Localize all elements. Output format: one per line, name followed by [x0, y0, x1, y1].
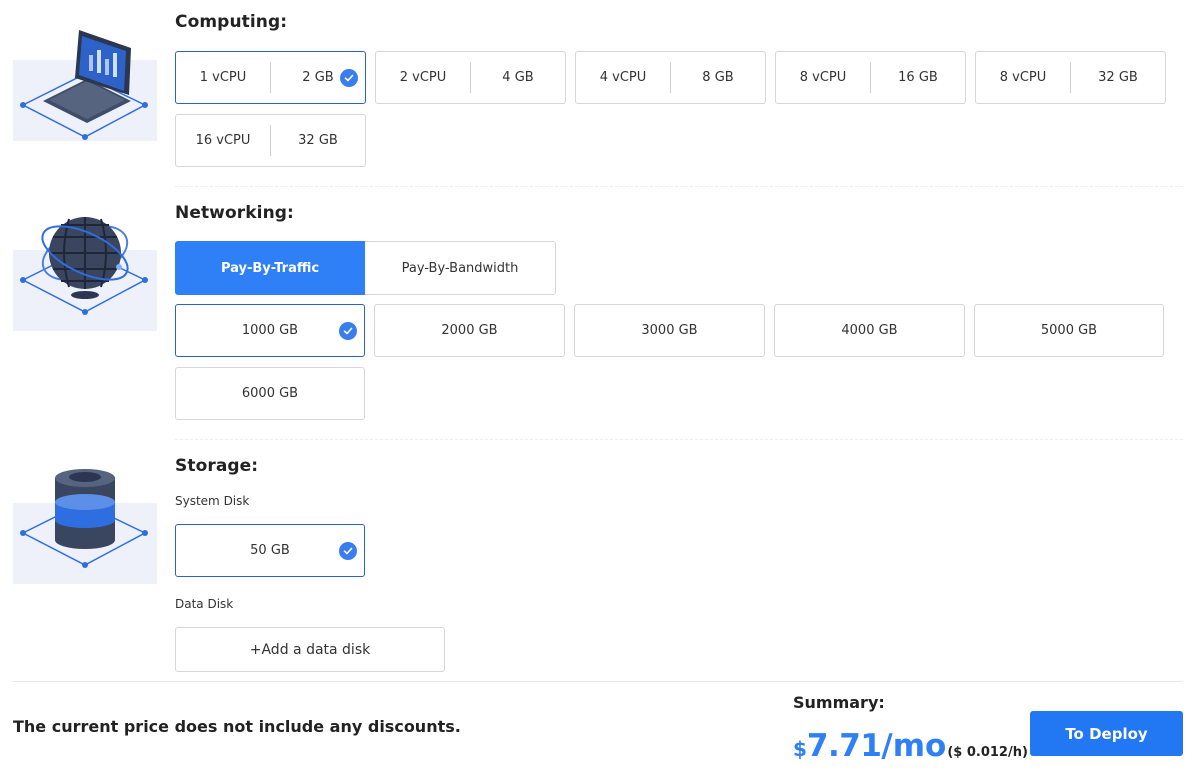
- computing-option[interactable]: 8 vCPU 16 GB: [775, 51, 966, 104]
- computing-option[interactable]: 4 vCPU 8 GB: [575, 51, 766, 104]
- add-data-disk-button[interactable]: +Add a data disk: [175, 627, 445, 672]
- computing-title: Computing:: [175, 12, 288, 32]
- computing-option[interactable]: 8 vCPU 32 GB: [975, 51, 1166, 104]
- traffic-option[interactable]: 6000 GB: [175, 367, 365, 420]
- ram-label: 32 GB: [1098, 70, 1138, 85]
- computing-option[interactable]: 16 vCPU 32 GB: [175, 114, 366, 167]
- traffic-label: 5000 GB: [1040, 323, 1098, 338]
- computing-option[interactable]: 2 vCPU 4 GB: [375, 51, 566, 104]
- computing-option[interactable]: 1 vCPU 2 GB: [175, 51, 366, 104]
- system-disk-size: 50 GB: [250, 543, 290, 558]
- globe-illustration-icon: [20, 217, 148, 315]
- section-divider: [175, 186, 1183, 187]
- system-disk-label: System Disk: [175, 494, 250, 508]
- computing-illustration: [13, 30, 157, 141]
- traffic-label: 4000 GB: [841, 323, 898, 338]
- price-period: /mo: [881, 728, 947, 764]
- price-hourly: ($ 0.012/h): [947, 745, 1028, 760]
- traffic-option[interactable]: 5000 GB: [974, 304, 1164, 357]
- cpu-label: 8 vCPU: [799, 70, 847, 85]
- networking-title: Networking:: [175, 203, 294, 223]
- traffic-label: 2000 GB: [441, 323, 498, 338]
- deploy-button[interactable]: To Deploy: [1030, 711, 1183, 756]
- cpu-label: 1 vCPU: [199, 70, 247, 85]
- footer-divider: [13, 681, 1183, 682]
- tab-pay-by-bandwidth[interactable]: Pay-By-Bandwidth: [365, 241, 556, 295]
- data-disk-label: Data Disk: [175, 597, 234, 611]
- cpu-label: 16 vCPU: [195, 133, 251, 148]
- traffic-label: 6000 GB: [241, 386, 299, 401]
- traffic-option[interactable]: 2000 GB: [374, 304, 565, 357]
- traffic-option[interactable]: 4000 GB: [774, 304, 965, 357]
- cpu-label: 2 vCPU: [399, 70, 447, 85]
- system-disk-option[interactable]: 50 GB: [175, 524, 365, 577]
- check-icon: [339, 322, 357, 340]
- price-currency: $: [793, 737, 807, 761]
- storage-title: Storage:: [175, 456, 259, 476]
- tab-pay-by-traffic[interactable]: Pay-By-Traffic: [175, 241, 365, 295]
- traffic-option[interactable]: 1000 GB: [175, 304, 365, 357]
- check-icon: [340, 69, 358, 87]
- ram-label: 16 GB: [898, 70, 938, 85]
- database-illustration-icon: [20, 469, 148, 568]
- section-divider: [175, 439, 1183, 440]
- cpu-label: 8 vCPU: [999, 70, 1047, 85]
- cpu-label: 4 vCPU: [599, 70, 647, 85]
- price-summary: $ 7.71 /mo ($ 0.012/h): [793, 728, 1028, 764]
- discount-note: The current price does not include any d…: [13, 717, 461, 736]
- traffic-option[interactable]: 3000 GB: [574, 304, 765, 357]
- price-amount: 7.71: [806, 728, 882, 764]
- traffic-label: 1000 GB: [241, 323, 299, 338]
- networking-illustration: [13, 217, 157, 331]
- storage-illustration: [13, 469, 157, 584]
- ram-label: 8 GB: [702, 70, 734, 85]
- traffic-label: 3000 GB: [641, 323, 698, 338]
- ram-label: 32 GB: [298, 133, 338, 148]
- laptop-illustration-icon: [20, 30, 148, 140]
- check-icon: [339, 542, 357, 560]
- summary-label: Summary:: [793, 693, 885, 712]
- ram-label: 4 GB: [502, 70, 534, 85]
